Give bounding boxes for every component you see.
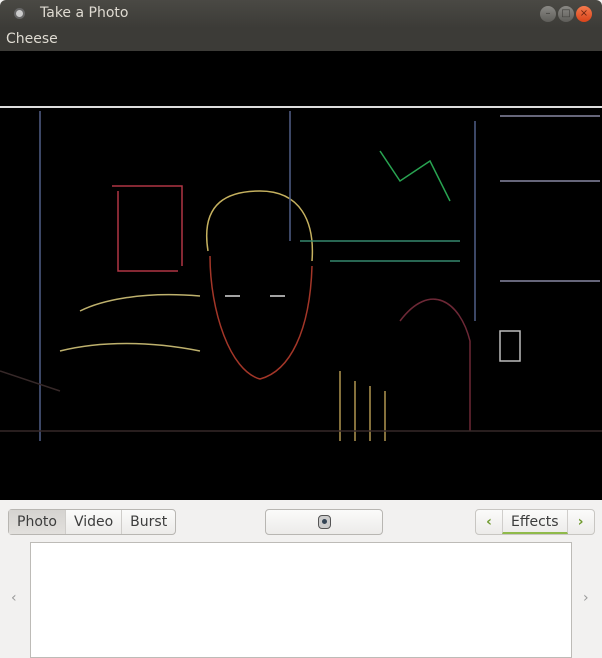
webcam-app-icon — [14, 8, 25, 19]
maximize-button[interactable]: □ — [558, 6, 574, 22]
minimize-button[interactable]: – — [540, 6, 556, 22]
thumbnails-next-button[interactable]: › — [583, 590, 589, 606]
toolbar: Photo Video Burst ‹ Effects › — [0, 500, 602, 542]
effects-prev-button[interactable]: ‹ — [476, 510, 502, 534]
title-bar: Take a Photo – □ × — [0, 0, 602, 28]
window-title: Take a Photo — [40, 5, 129, 21]
effects-button[interactable]: Effects — [502, 510, 568, 534]
mode-photo-button[interactable]: Photo — [9, 510, 66, 534]
mode-switcher: Photo Video Burst — [8, 509, 177, 535]
effects-next-button[interactable]: › — [568, 510, 594, 534]
camera-icon — [318, 515, 331, 529]
edge-effect-preview — [0, 106, 602, 441]
camera-preview — [0, 51, 602, 500]
thumbnails-prev-button[interactable]: ‹ — [11, 590, 17, 606]
take-photo-button[interactable] — [265, 509, 383, 535]
mode-burst-button[interactable]: Burst — [122, 510, 175, 534]
effects-control: ‹ Effects › — [475, 509, 595, 535]
menu-bar: Cheese — [0, 28, 602, 51]
mode-video-button[interactable]: Video — [66, 510, 123, 534]
menu-cheese[interactable]: Cheese — [6, 31, 58, 47]
close-button[interactable]: × — [576, 6, 592, 22]
thumbnail-strip[interactable] — [30, 542, 572, 658]
